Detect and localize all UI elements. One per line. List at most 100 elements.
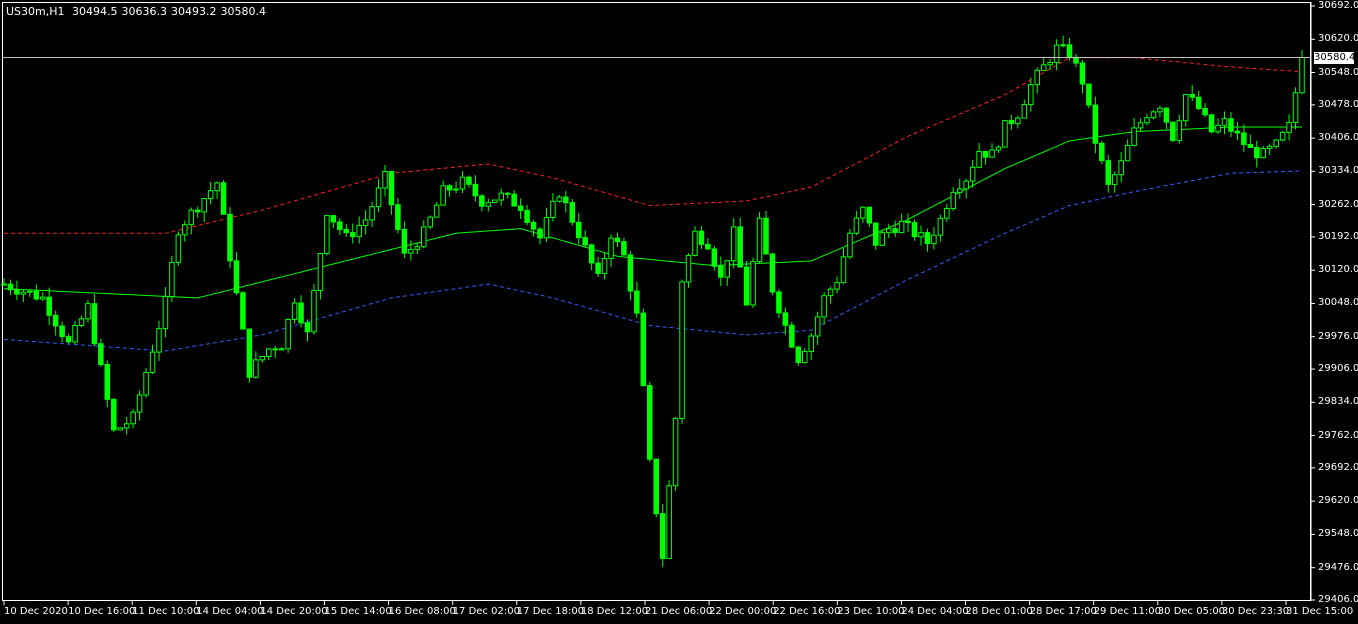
x-tick-label: 29 Dec 11:00	[1093, 606, 1161, 617]
candle-body	[563, 196, 569, 204]
candle-body	[408, 248, 414, 254]
candle-body	[324, 215, 330, 255]
candle-body	[853, 217, 860, 234]
upper-band-line	[4, 57, 1303, 234]
candle-body	[517, 205, 524, 211]
candle-body	[382, 170, 388, 189]
candle-body	[143, 371, 149, 396]
candle-body	[1073, 56, 1079, 64]
candle-body	[362, 219, 369, 227]
candle-body	[1221, 118, 1228, 126]
candle-body	[433, 204, 440, 218]
ohlc-low: 30493.2	[171, 5, 217, 18]
candle-body	[1060, 44, 1066, 47]
x-tick-label: 30 Dec 23:30	[1221, 606, 1290, 617]
candle-body	[873, 222, 879, 246]
x-tick-label: 24 Dec 04:00	[901, 606, 969, 617]
ohlc-high: 30636.3	[121, 5, 168, 18]
candle-body	[821, 295, 827, 318]
candle-body	[330, 215, 337, 223]
x-tick-label: 15 Dec 14:00	[324, 606, 392, 617]
candle-body	[1124, 144, 1131, 162]
chart-window[interactable]: US30m,H1 30494.5 30636.3 30493.2 30580.4 30…	[0, 0, 1358, 624]
moving-average-line	[3, 126, 1302, 299]
candle-body	[1066, 44, 1073, 58]
candle-body	[1273, 139, 1279, 147]
candle-body	[1002, 120, 1008, 148]
y-tick-label: 29692.0	[1318, 461, 1358, 473]
x-tick-label: 16 Dec 08:00	[388, 606, 456, 617]
candle-body	[898, 220, 905, 234]
candle-body	[1144, 117, 1150, 124]
candle-body	[866, 206, 873, 224]
candle-body	[640, 312, 647, 387]
candles-layer	[1, 35, 1305, 567]
lower-band-line	[3, 170, 1303, 352]
y-tick-label: 30262.0	[1318, 198, 1358, 210]
candle-body	[427, 216, 433, 228]
y-tick-label: 29906.0	[1318, 363, 1358, 375]
candle-body	[659, 513, 666, 560]
price-chart[interactable]	[0, 0, 1358, 624]
candle-body	[795, 346, 802, 364]
candle-body	[750, 261, 756, 306]
y-tick-label: 30406.0	[1318, 132, 1358, 144]
candle-body	[1260, 147, 1267, 159]
candle-body	[756, 217, 763, 263]
candle-body	[149, 351, 156, 373]
candle-body	[259, 356, 266, 361]
x-tick-label: 28 Dec 01:00	[965, 606, 1033, 617]
x-tick-label: 28 Dec 17:00	[1029, 606, 1097, 617]
candle-body	[46, 296, 52, 316]
candle-body	[233, 260, 240, 294]
candle-body	[634, 290, 640, 314]
candle-body	[950, 191, 957, 210]
candle-body	[1015, 117, 1021, 125]
y-tick-label: 29620.0	[1318, 495, 1358, 507]
candle-body	[537, 228, 543, 239]
candle-body	[1279, 131, 1286, 141]
candle-body	[685, 254, 692, 283]
candle-body	[130, 411, 136, 425]
y-ticks	[1311, 5, 1315, 601]
candle-body	[847, 232, 853, 258]
x-tick-label: 31 Dec 15:00	[1286, 606, 1354, 617]
candle-body	[117, 427, 123, 431]
x-tick-label: 22 Dec 00:00	[709, 606, 777, 617]
x-ticks	[3, 601, 1287, 605]
candle-body	[1299, 57, 1305, 94]
candle-body	[608, 237, 614, 259]
y-tick-label: 29476.0	[1318, 561, 1358, 573]
candle-body	[175, 234, 182, 263]
candle-body	[472, 183, 479, 197]
candle-body	[278, 348, 285, 351]
candle-body	[59, 325, 65, 338]
y-tick-label: 30192.0	[1318, 230, 1358, 242]
candle-body	[1105, 160, 1112, 185]
candle-body	[420, 226, 427, 248]
candle-body	[776, 291, 782, 314]
candle-body	[769, 253, 776, 293]
candle-body	[737, 226, 743, 268]
candle-body	[207, 190, 214, 200]
candle-body	[1208, 114, 1215, 133]
candle-body	[1266, 145, 1273, 149]
ohlc-close: 30580.4	[220, 5, 267, 18]
x-tick-label: 17 Dec 18:00	[516, 606, 585, 617]
candle-body	[511, 193, 517, 207]
candle-body	[827, 288, 834, 297]
candle-body	[995, 146, 1002, 151]
x-tick-label: 18 Dec 12:00	[580, 606, 649, 617]
candle-body	[1137, 122, 1144, 129]
candle-body	[492, 199, 498, 204]
candle-body	[369, 206, 375, 221]
y-tick-label: 30120.0	[1318, 264, 1358, 276]
candle-body	[711, 248, 718, 267]
x-tick-label: 11 Dec 10:00	[132, 606, 200, 617]
candle-body	[653, 458, 659, 515]
candle-body	[111, 398, 117, 431]
candle-body	[1008, 120, 1015, 125]
candle-body	[349, 232, 356, 238]
candle-body	[156, 328, 162, 353]
x-tick-label: 14 Dec 20:00	[260, 606, 328, 617]
